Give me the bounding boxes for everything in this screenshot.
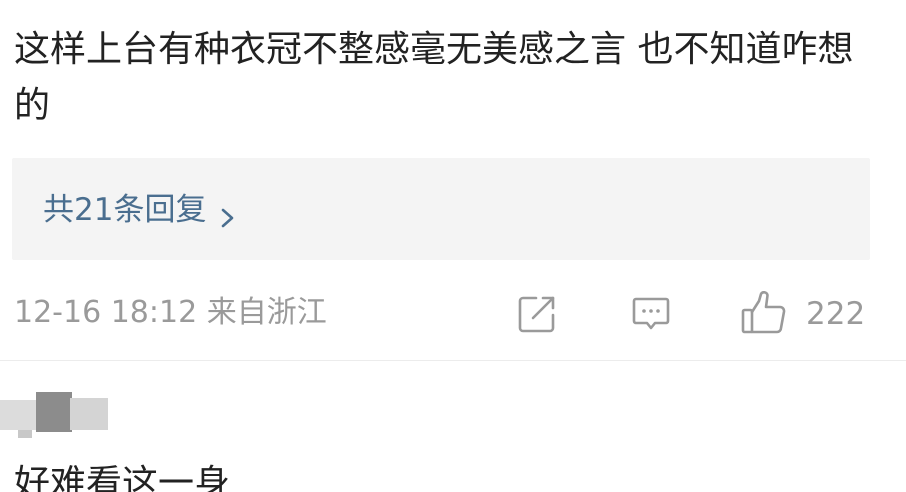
- view-replies-link[interactable]: 共21条回复: [43, 190, 236, 230]
- comment-timestamp-location: 12-16 18:12 来自浙江: [14, 295, 327, 330]
- share-icon: [516, 293, 558, 335]
- chevron-right-icon: [220, 199, 236, 228]
- comment-icon: [630, 293, 672, 335]
- share-button[interactable]: [516, 292, 558, 336]
- thumbs-up-icon: [740, 291, 788, 337]
- comment-divider: [0, 360, 906, 361]
- replies-label: 共21条回复: [43, 192, 207, 228]
- comment-meta-row: 12-16 18:12 来自浙江 222: [14, 291, 874, 337]
- comment-button[interactable]: [630, 292, 672, 336]
- like-count: 222: [806, 296, 866, 332]
- previous-content-fragment: ···: [282, 0, 306, 11]
- blurred-username: [0, 392, 108, 438]
- next-comment-text: 好难看这一身: [14, 463, 231, 492]
- like-button[interactable]: 222: [740, 291, 866, 337]
- replies-box[interactable]: 共21条回复: [12, 158, 870, 260]
- comment-text: 这样上台有种衣冠不整感毫无美感之言 也不知道咋想的: [14, 29, 854, 126]
